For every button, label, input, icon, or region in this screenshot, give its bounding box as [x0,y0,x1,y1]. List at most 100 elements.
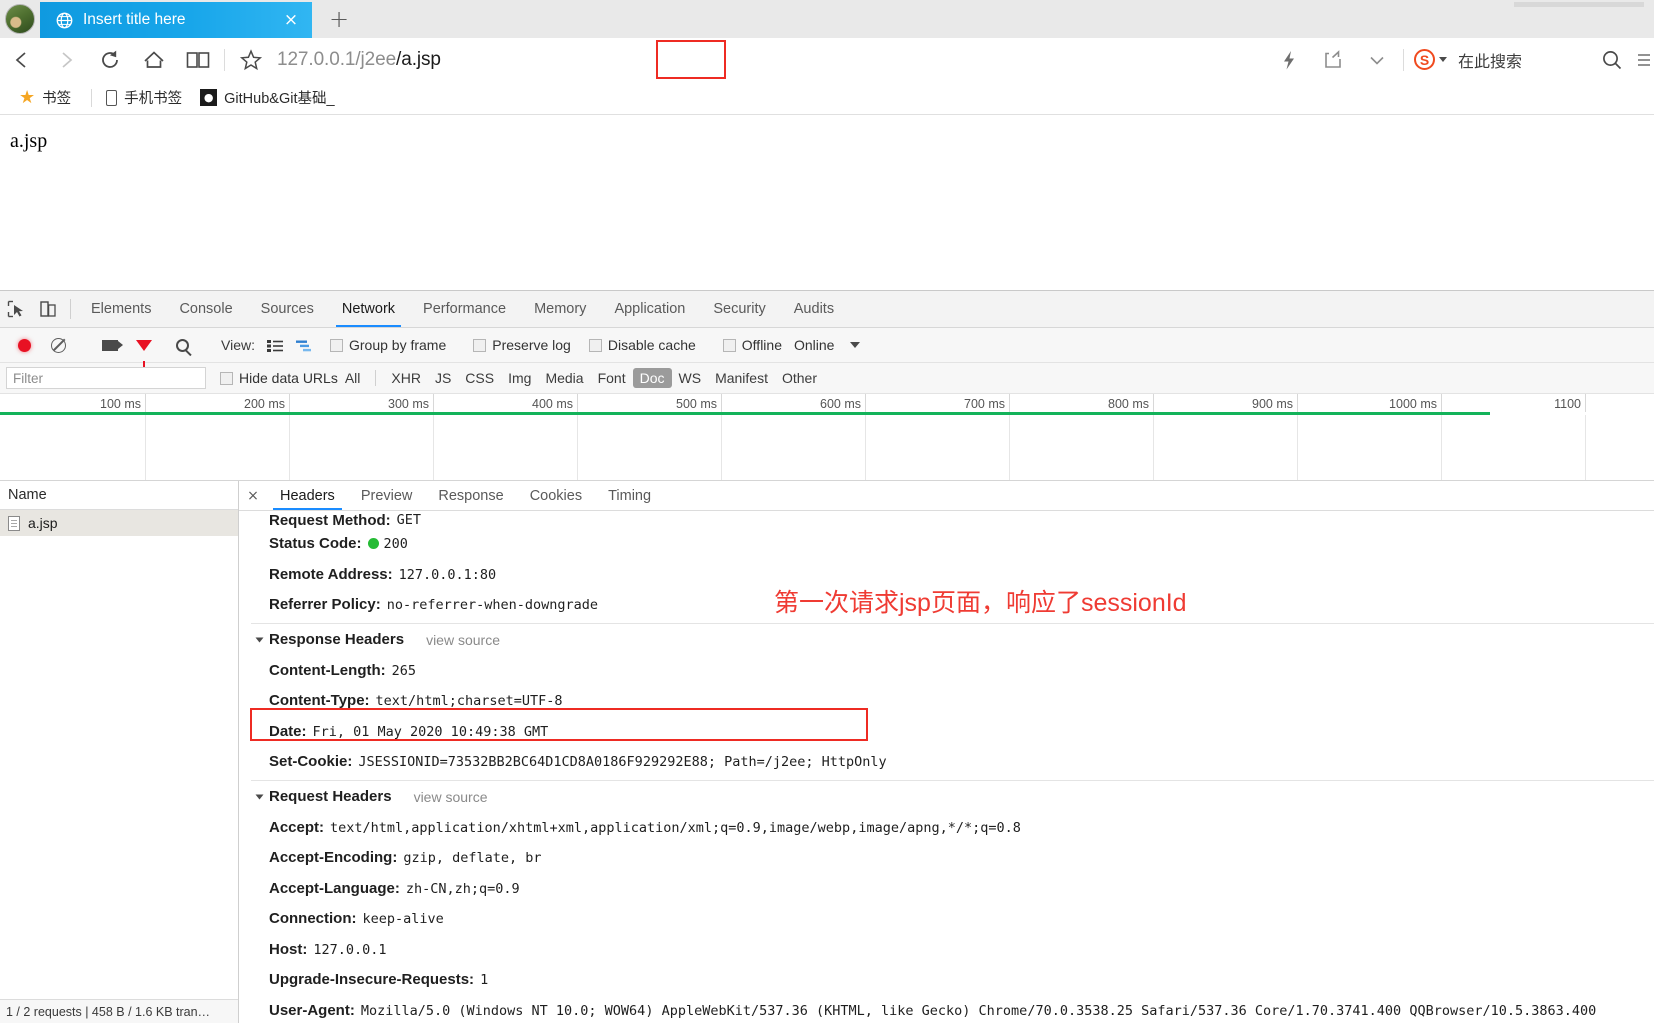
tab-response[interactable]: Response [425,481,516,510]
camera-icon[interactable] [102,339,123,351]
checkbox-box[interactable] [329,338,343,352]
offline-checkbox[interactable]: Offline [722,337,782,353]
section-title: Request Headers [269,788,392,806]
sogou-search-engine-selector[interactable]: S [1413,49,1447,70]
header-value: Mozilla/5.0 (Windows NT 10.0; WOW64) App… [360,1003,1597,1019]
requests-column-header[interactable]: Name [0,481,238,510]
lightning-icon[interactable] [1267,38,1311,81]
tab-console[interactable]: Console [165,291,246,327]
star-outline-icon[interactable] [229,38,273,81]
type-filter-img[interactable]: Img [501,368,538,388]
header-key: Host: [269,940,308,958]
requests-list: Name a.jsp [0,481,239,1023]
network-timeline-overview[interactable]: 100 ms 200 ms 300 ms 400 ms 500 ms 600 m… [0,394,1654,481]
window-controls[interactable] [1514,2,1644,7]
forward-arrow-icon[interactable] [44,38,88,81]
checkbox-box[interactable] [473,338,487,352]
avatar[interactable] [5,4,35,34]
type-filter-media[interactable]: Media [538,368,590,388]
tab-security[interactable]: Security [699,291,779,327]
home-icon[interactable] [132,38,176,81]
bookmark-item-github[interactable]: ● GitHub&Git基础_ [194,85,340,110]
reload-icon[interactable] [88,38,132,81]
tab-timing[interactable]: Timing [595,481,664,510]
type-filter-js[interactable]: JS [428,368,458,388]
view-source-link[interactable]: view source [426,632,500,648]
bookmark-item-mobile[interactable]: 手机书签 [100,85,188,110]
checkbox-box[interactable] [220,371,233,385]
header-value: zh-CN,zh;q=0.9 [405,881,520,897]
group-by-frame-checkbox[interactable]: Group by frame [329,337,447,353]
inspect-element-icon[interactable] [0,291,32,327]
checkbox-box[interactable] [588,338,602,352]
type-filter-css[interactable]: CSS [458,368,501,388]
response-headers-section-header[interactable]: Response Headers view source [251,623,1654,655]
list-view-icon[interactable] [266,339,283,352]
tab-cookies[interactable]: Cookies [517,481,595,510]
preserve-log-checkbox[interactable]: Preserve log [473,337,571,353]
filter-toolbar: Filter Hide data URLs All XHR JS CSS Img… [0,363,1654,394]
view-source-link[interactable]: view source [414,789,488,805]
tab-audits[interactable]: Audits [780,291,848,327]
tab-application[interactable]: Application [600,291,699,327]
book-icon[interactable] [176,38,220,81]
header-key: Content-Length: [269,661,386,679]
table-row[interactable]: a.jsp [0,510,238,536]
request-headers-section-header[interactable]: Request Headers view source [251,780,1654,812]
disable-cache-checkbox[interactable]: Disable cache [588,337,696,353]
filter-input[interactable]: Filter [6,367,206,389]
bookmark-item-folder[interactable]: ★ 书签 [13,85,77,110]
share-icon[interactable] [1311,38,1355,81]
waterfall-view-icon[interactable] [295,339,313,352]
type-filter-other[interactable]: Other [775,368,824,388]
hide-data-urls-checkbox[interactable]: Hide data URLs [220,370,338,386]
header-value: GET [396,513,422,529]
back-arrow-icon[interactable] [0,38,44,81]
clear-icon[interactable] [51,337,66,353]
type-filter-ws[interactable]: WS [672,368,709,388]
chevron-down-icon[interactable] [1438,57,1447,62]
address-bar[interactable]: 127.0.0.1/j2ee/a.jsp [273,38,1267,81]
chevron-down-icon[interactable] [1355,38,1399,81]
chevron-down-icon[interactable] [255,794,264,800]
close-icon[interactable]: × [239,481,267,510]
browser-tab[interactable]: Insert title here × [40,2,312,38]
search-icon[interactable] [1590,38,1634,81]
menu-icon[interactable] [1634,38,1654,81]
url-prefix: 127.0.0.1/j2ee [277,48,397,70]
hide-data-urls-label: Hide data URLs [239,370,338,386]
group-by-frame-label: Group by frame [348,337,447,353]
chevron-down-icon[interactable] [850,342,861,348]
tab-network[interactable]: Network [328,291,409,327]
new-tab-button[interactable]: + [322,2,356,36]
type-filter-all[interactable]: All [338,368,368,388]
chevron-down-icon[interactable] [255,637,264,643]
header-key: Set-Cookie: [269,753,353,771]
tab-performance[interactable]: Performance [409,291,520,327]
online-throttling-select[interactable]: Online [794,337,834,353]
tab-preview[interactable]: Preview [348,481,426,510]
filter-funnel-icon[interactable] [136,339,152,367]
type-filter-font[interactable]: Font [591,368,633,388]
device-toolbar-icon[interactable] [32,291,64,327]
tab-sources[interactable]: Sources [247,291,328,327]
tab-memory[interactable]: Memory [520,291,600,327]
bookmarks-bar: ★ 书签 手机书签 ● GitHub&Git基础_ [0,81,1654,115]
header-key: Remote Address: [269,565,393,583]
type-filter-doc[interactable]: Doc [632,368,672,388]
record-icon[interactable] [18,338,31,352]
close-icon[interactable]: × [278,7,304,33]
search-icon[interactable] [176,338,189,352]
timeline-grid [0,415,1654,480]
header-row-connection: Connection: keep-alive [251,904,1654,935]
timeline-tick: 1100 [1441,394,1586,412]
type-filter-manifest[interactable]: Manifest [708,368,775,388]
search-placeholder-label[interactable]: 在此搜索 [1458,48,1522,72]
tab-headers[interactable]: Headers [267,481,348,510]
tab-elements[interactable]: Elements [77,291,165,327]
toolbar-divider [224,48,225,71]
status-ok-icon [367,538,379,549]
checkbox-box[interactable] [722,338,736,352]
type-filter-xhr[interactable]: XHR [384,368,428,388]
section-title: Response Headers [269,631,405,649]
